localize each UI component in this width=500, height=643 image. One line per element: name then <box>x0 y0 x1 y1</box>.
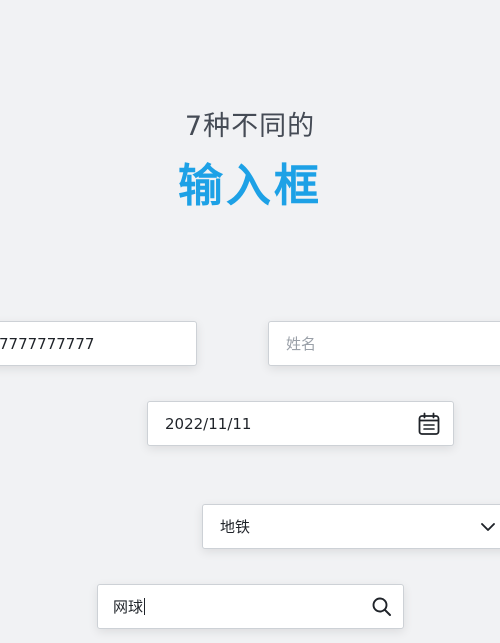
name-placeholder: 姓名 <box>286 335 317 353</box>
select-value: 地铁 <box>220 518 251 536</box>
search-icon[interactable] <box>370 595 394 619</box>
calendar-icon[interactable] <box>416 411 442 437</box>
transport-select[interactable]: 地铁 <box>202 504 500 549</box>
chevron-down-icon[interactable] <box>479 518 497 536</box>
phone-number-input[interactable]: 7777777777 <box>0 321 197 366</box>
date-input[interactable]: 2022/11/11 <box>147 401 454 446</box>
page-subtitle: 7种不同的 <box>184 111 316 142</box>
name-input[interactable]: 姓名 <box>268 321 500 366</box>
search-value: 网球 <box>113 598 144 616</box>
page-title: 输入框 <box>177 159 322 212</box>
date-value: 2022/11/11 <box>165 414 252 433</box>
phone-number-value: 7777777777 <box>0 334 95 353</box>
page: 7种不同的 输入框 7777777777 姓名 2022/11/11 地铁 网球 <box>0 0 500 643</box>
search-field-text: 网球 <box>113 596 370 617</box>
text-caret <box>144 598 146 615</box>
search-input[interactable]: 网球 <box>97 584 404 629</box>
